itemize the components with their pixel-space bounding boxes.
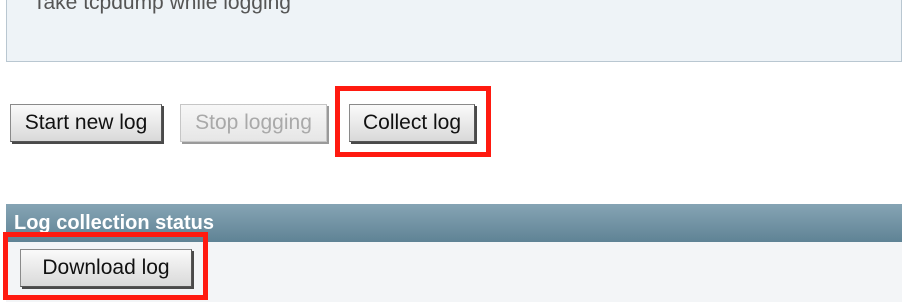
logging-options-panel: Take tcpdump while logging — [6, 0, 902, 62]
stop-logging-button[interactable]: Stop logging — [180, 104, 327, 142]
log-page: Take tcpdump while logging Start new log… — [0, 0, 902, 302]
log-collection-status-header: Log collection status — [6, 204, 902, 242]
section-title: Log collection status — [14, 212, 215, 234]
collect-log-button[interactable]: Collect log — [349, 104, 475, 142]
tcpdump-option-label: Take tcpdump while logging — [33, 0, 291, 14]
start-new-log-button[interactable]: Start new log — [10, 104, 162, 142]
download-log-button[interactable]: Download log — [20, 249, 192, 287]
